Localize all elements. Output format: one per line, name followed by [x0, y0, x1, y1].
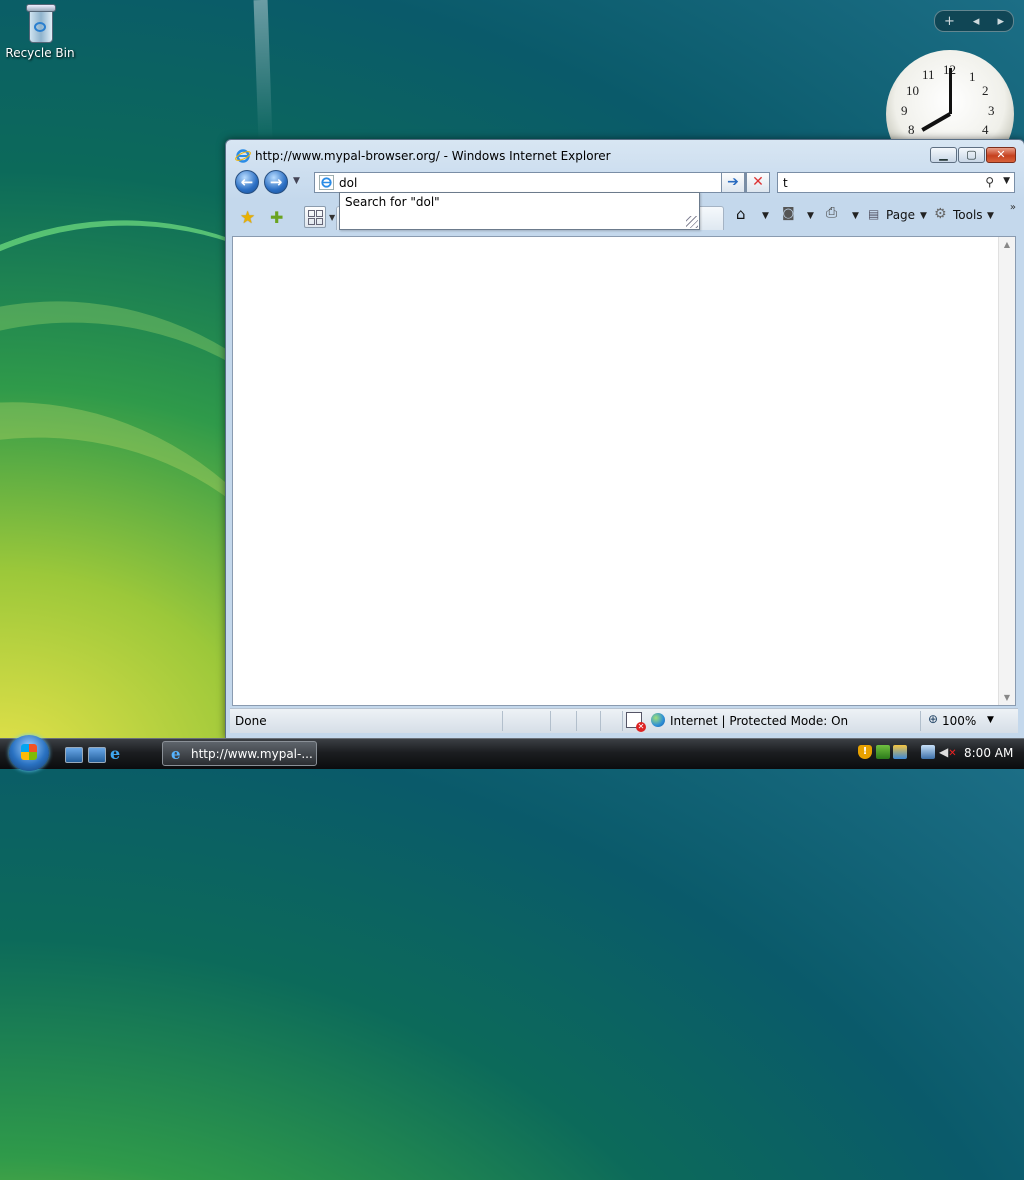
resize-grip-icon[interactable]: [686, 216, 698, 228]
volume-muted-icon[interactable]: ◀✕: [939, 745, 957, 759]
go-arrow-icon: ➔: [727, 174, 739, 190]
gear-icon: ⚙: [934, 206, 947, 222]
tools-menu-button[interactable]: Tools: [953, 208, 983, 222]
taskbar: e e http://www.mypal-... ! ◀✕ 8:00 AM: [0, 735, 1024, 771]
add-gadget-button[interactable]: +: [944, 14, 955, 29]
status-text: Done: [235, 714, 267, 728]
vertical-scrollbar[interactable]: ▲ ▼: [998, 237, 1015, 705]
status-bar: Done ✕ Internet | Protected Mode: On ⊕ 1…: [230, 708, 1018, 733]
window-title: http://www.mypal-browser.org/ - Windows …: [255, 149, 611, 163]
autocomplete-item[interactable]: Search for "dol": [345, 195, 440, 209]
print-icon[interactable]: ⎙: [826, 205, 837, 221]
taskbar-button-ie[interactable]: e http://www.mypal-...: [162, 741, 317, 766]
scroll-down-icon[interactable]: ▼: [999, 693, 1015, 702]
recycle-bin-icon: [24, 2, 56, 43]
zoom-dropdown-icon[interactable]: ▼: [987, 715, 994, 725]
maximize-button[interactable]: ▢: [958, 147, 985, 163]
search-icon[interactable]: ⚲: [985, 175, 994, 189]
address-autocomplete-popup: Search for "dol": [339, 192, 700, 230]
status-divider: [920, 711, 921, 731]
maximize-icon: ▢: [966, 148, 977, 161]
back-arrow-icon: ←: [240, 173, 254, 191]
minimize-button[interactable]: ▁: [930, 147, 957, 163]
system-clock[interactable]: 8:00 AM: [964, 746, 1013, 760]
search-input[interactable]: [783, 175, 973, 190]
toolbar-overflow-chevron-icon[interactable]: »: [1010, 202, 1016, 213]
ie-window: http://www.mypal-browser.org/ - Windows …: [225, 139, 1024, 739]
ie-icon: e: [171, 745, 181, 763]
switch-windows-icon[interactable]: [88, 747, 106, 763]
security-zone-text[interactable]: Internet | Protected Mode: On: [670, 714, 848, 728]
tray-update-icon[interactable]: [876, 745, 890, 759]
clock-hour-hand: [921, 112, 951, 132]
network-icon[interactable]: [921, 745, 935, 759]
gadget-prev-button[interactable]: ◂: [973, 14, 980, 29]
feeds-icon[interactable]: ◙: [782, 206, 795, 221]
tab-list-dropdown-icon[interactable]: ▼: [329, 213, 335, 222]
address-bar[interactable]: ▼: [314, 172, 746, 193]
close-button[interactable]: ✕: [986, 147, 1016, 163]
quick-tabs-button[interactable]: [304, 206, 326, 228]
sidebar-gadget-controls: + ◂ ▸: [934, 10, 1014, 32]
back-button[interactable]: ←: [235, 170, 259, 194]
status-divider: [550, 711, 551, 731]
search-options-dropdown-icon[interactable]: ▼: [1003, 176, 1010, 186]
zoom-level[interactable]: 100%: [942, 714, 976, 728]
home-dropdown-icon[interactable]: ▼: [762, 211, 769, 221]
go-button[interactable]: ➔: [721, 172, 745, 193]
tools-dropdown-icon[interactable]: ▼: [987, 211, 994, 221]
start-button[interactable]: [9, 735, 49, 771]
clock-number: 2: [982, 83, 989, 98]
clock-number: 9: [901, 103, 908, 118]
quick-launch-ie-icon[interactable]: e: [110, 745, 128, 763]
page-ie-icon: [319, 175, 334, 190]
windows-logo-icon: [21, 744, 37, 760]
zoom-magnifier-icon[interactable]: ⊕: [928, 712, 938, 726]
clock-number: 4: [982, 122, 989, 137]
stop-button[interactable]: ✕: [746, 172, 770, 193]
popup-blocked-icon[interactable]: ✕: [626, 712, 646, 732]
favorites-center-star-icon[interactable]: ★: [240, 208, 255, 228]
taskbar-button-label: http://www.mypal-...: [191, 747, 313, 761]
clock-number: 11: [922, 67, 935, 82]
feeds-dropdown-icon[interactable]: ▼: [807, 211, 814, 221]
search-box[interactable]: ⚲ ▼: [777, 172, 1015, 193]
clock-number: 3: [988, 103, 995, 118]
recycle-bin-label: Recycle Bin: [5, 46, 75, 60]
print-dropdown-icon[interactable]: ▼: [852, 211, 859, 221]
stop-icon: ✕: [752, 174, 764, 190]
clock-number: 8: [908, 122, 915, 137]
home-icon[interactable]: ⌂: [736, 205, 746, 223]
scroll-up-icon[interactable]: ▲: [999, 240, 1015, 249]
security-center-shield-icon[interactable]: !: [858, 745, 872, 759]
caption-buttons: ▁ ▢ ✕: [929, 147, 1016, 163]
recent-pages-dropdown-icon[interactable]: ▼: [293, 176, 300, 186]
clock-minute-hand: [949, 68, 952, 114]
clock-number: 10: [906, 83, 919, 98]
status-divider: [502, 711, 503, 731]
clock-number: 1: [969, 69, 976, 84]
add-to-favorites-icon[interactable]: ✚: [270, 208, 283, 227]
show-desktop-icon[interactable]: [65, 747, 83, 763]
status-divider: [622, 711, 623, 731]
ie-icon: [235, 149, 251, 163]
title-bar[interactable]: http://www.mypal-browser.org/ - Windows …: [226, 140, 1024, 170]
internet-zone-globe-icon: [651, 713, 665, 727]
close-icon: ✕: [996, 148, 1006, 161]
page-icon: ▤: [868, 207, 880, 221]
address-input[interactable]: [339, 175, 709, 190]
status-divider: [576, 711, 577, 731]
minimize-icon: ▁: [939, 148, 948, 161]
page-menu-button[interactable]: Page: [886, 208, 915, 222]
gadget-next-button[interactable]: ▸: [997, 14, 1004, 29]
recycle-bin[interactable]: Recycle Bin: [4, 2, 76, 60]
forward-arrow-icon: →: [269, 173, 283, 191]
tray-notification-icon[interactable]: [893, 745, 907, 759]
page-dropdown-icon[interactable]: ▼: [920, 211, 927, 221]
status-divider: [600, 711, 601, 731]
page-content-area[interactable]: ▲ ▼: [232, 236, 1016, 706]
wallpaper-beam: [253, 0, 273, 141]
forward-button[interactable]: →: [264, 170, 288, 194]
